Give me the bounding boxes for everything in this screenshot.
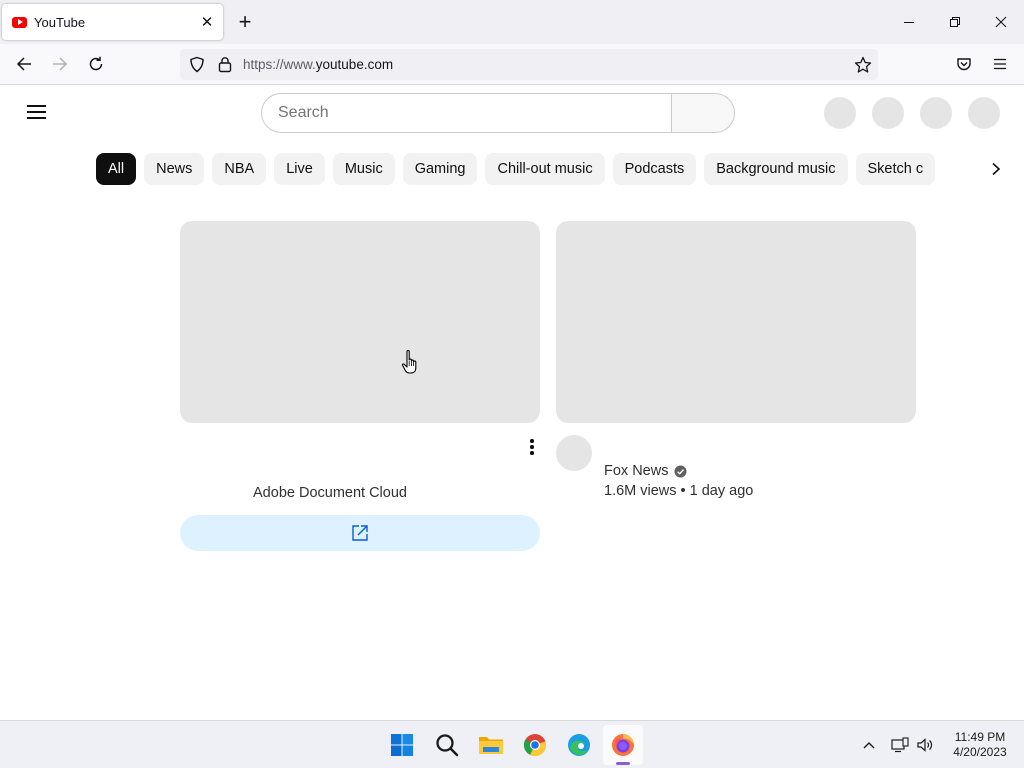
new-tab-button[interactable]: + (232, 8, 258, 36)
app-menu-button[interactable] (985, 49, 1015, 79)
header-action-placeholder[interactable] (872, 97, 904, 129)
network-status-button[interactable] (889, 733, 911, 757)
search-box (261, 93, 672, 133)
back-button[interactable] (9, 49, 39, 79)
restore-icon (950, 17, 960, 27)
channel-name-row: Fox News (604, 463, 687, 479)
network-icon (891, 737, 909, 753)
hamburger-line (26, 105, 46, 108)
firefox-icon (612, 734, 634, 756)
back-arrow-icon (16, 57, 31, 71)
browser-nav-bar: https://www.youtube.com (0, 44, 1024, 85)
video-thumbnail-placeholder[interactable] (556, 221, 916, 423)
channel-avatar-placeholder[interactable] (556, 435, 592, 471)
chip-live[interactable]: Live (274, 153, 325, 185)
tab-title: YouTube (34, 14, 86, 30)
search-icon (436, 734, 459, 757)
minimize-icon (904, 22, 914, 23)
chip-news[interactable]: News (144, 153, 205, 185)
search-button[interactable] (671, 93, 735, 133)
volume-button[interactable] (914, 733, 936, 757)
search-input[interactable] (278, 94, 658, 132)
reload-icon (89, 56, 103, 71)
video-metadata: 1.6M views • 1 day ago (604, 483, 754, 499)
start-icon (391, 734, 413, 756)
kebab-dot (530, 439, 534, 443)
chip-sketch[interactable]: Sketch c (855, 153, 936, 185)
restore-window-button[interactable] (932, 0, 978, 44)
chip-scroll-next-button[interactable] (980, 153, 1012, 185)
file-explorer-icon (479, 737, 503, 754)
edge-icon (568, 734, 590, 756)
start-button[interactable] (382, 725, 422, 765)
minimize-window-button[interactable] (886, 0, 932, 44)
show-hidden-icons-button[interactable] (858, 733, 880, 757)
hamburger-line (26, 116, 46, 119)
active-app-indicator (616, 762, 630, 765)
taskbar-search-button[interactable] (427, 725, 467, 765)
windows-taskbar: 11:49 PM 4/20/2023 (0, 720, 1024, 768)
category-chip-bar: All News NBA Live Music Gaming Chill-out music… (96, 153, 968, 185)
ad-advertiser-name: Adobe Document Cloud (253, 485, 407, 501)
browser-tab-youtube[interactable]: YouTube ✕ (2, 4, 223, 40)
account-avatar-placeholder[interactable] (968, 97, 1000, 129)
verified-badge-icon (674, 465, 687, 477)
hamburger-line (26, 111, 46, 113)
chip-music[interactable]: Music (332, 153, 395, 185)
forward-arrow-icon (53, 57, 68, 71)
browser-tab-bar: YouTube ✕ + (0, 0, 1024, 44)
chrome-button[interactable] (515, 725, 555, 765)
edge-button[interactable] (559, 725, 599, 765)
address-bar[interactable]: https://www.youtube.com (180, 49, 878, 80)
bookmark-star-icon[interactable] (854, 56, 872, 74)
chip-gaming[interactable]: Gaming (402, 153, 478, 185)
pocket-button[interactable] (949, 49, 979, 79)
url-host: youtube.com (315, 57, 394, 72)
chip-podcasts[interactable]: Podcasts (612, 153, 697, 185)
close-window-button[interactable] (978, 0, 1024, 44)
chip-bar-fade (948, 150, 976, 188)
chip-background-music[interactable]: Background music (704, 153, 848, 185)
close-tab-icon[interactable]: ✕ (195, 10, 219, 34)
ad-more-actions-button[interactable] (522, 436, 542, 458)
file-explorer-button[interactable] (471, 725, 511, 765)
chip-all[interactable]: All (96, 153, 137, 185)
close-icon (995, 16, 1007, 28)
ad-visit-button[interactable] (180, 515, 540, 551)
system-clock[interactable]: 11:49 PM 4/20/2023 (944, 730, 1016, 760)
header-action-placeholder[interactable] (920, 97, 952, 129)
chevron-right-icon (992, 162, 1001, 176)
kebab-dot (530, 445, 534, 449)
reload-button[interactable] (81, 49, 111, 79)
youtube-favicon-icon (12, 16, 27, 28)
speaker-icon (917, 738, 933, 752)
hamburger-menu-icon (994, 58, 1006, 70)
url-prefix: https://www. (243, 57, 316, 72)
forward-button[interactable] (45, 49, 75, 79)
external-link-icon (352, 525, 368, 541)
kebab-dot (530, 451, 534, 455)
chip-nba[interactable]: NBA (212, 153, 267, 185)
chevron-up-icon (863, 742, 875, 749)
chip-chill-out-music[interactable]: Chill-out music (485, 153, 605, 185)
clock-date: 4/20/2023 (953, 745, 1007, 759)
firefox-button[interactable] (603, 725, 643, 765)
hand-pointer-cursor-icon (401, 349, 417, 374)
pocket-icon (957, 58, 971, 71)
guide-menu-button[interactable] (20, 96, 52, 128)
url-text[interactable]: https://www.youtube.com (243, 57, 393, 72)
header-action-placeholder[interactable] (824, 97, 856, 129)
ad-thumbnail-placeholder[interactable] (180, 221, 540, 423)
chrome-icon (523, 734, 547, 757)
clock-time: 11:49 PM (954, 730, 1006, 744)
lock-icon[interactable] (218, 56, 232, 73)
channel-name[interactable]: Fox News (604, 463, 668, 479)
tracking-protection-shield-icon[interactable] (189, 56, 205, 73)
